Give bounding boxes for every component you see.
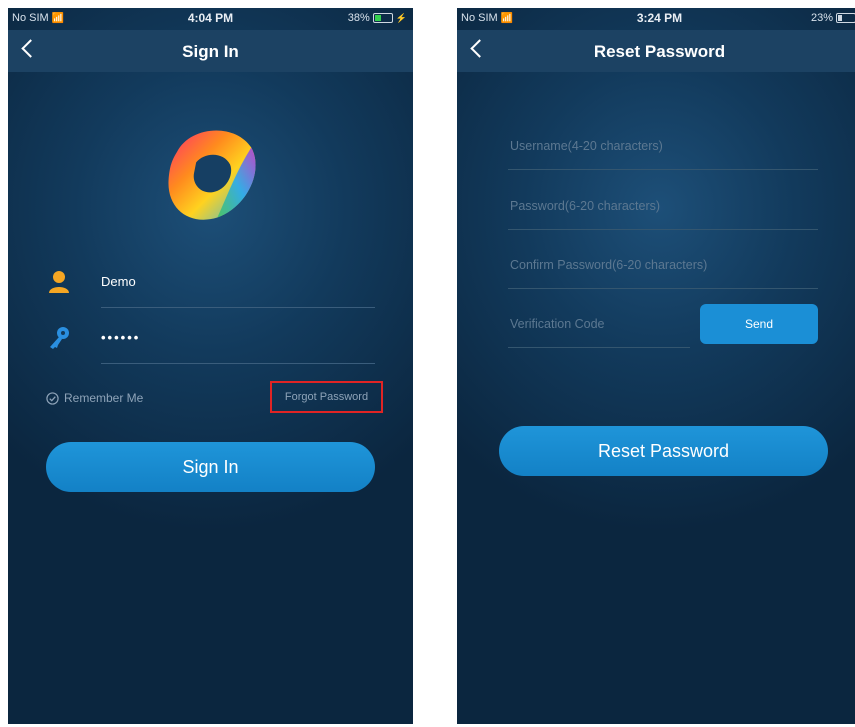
charging-bolt-icon: ⚡ (395, 12, 407, 23)
battery-percent: 38% (347, 12, 370, 24)
confirm-password-input[interactable]: Confirm Password(6-20 characters) (508, 255, 818, 289)
reset-password-label: Reset Password (597, 440, 730, 461)
password-field[interactable]: •••••• (48, 314, 375, 364)
verification-code-underline (508, 347, 690, 348)
verification-code-placeholder: Verification Code (510, 317, 605, 331)
password-underline (508, 229, 818, 230)
page-title: Reset Password (593, 42, 726, 61)
nav-bar: Reset Password (457, 30, 855, 72)
battery-status: 23% (811, 12, 855, 24)
battery-icon (836, 13, 855, 23)
check-icon (46, 391, 59, 405)
reset-password-screen: No SIM 📶 3:24 PM 23% Reset Password Usern… (457, 8, 855, 724)
username-underline (101, 307, 375, 308)
logo-icon (168, 130, 256, 220)
battery-status: 38% ⚡ (348, 12, 407, 24)
signin-screen: No SIM 📶 4:04 PM 38% ⚡ Sign In Demo ••••… (8, 8, 413, 724)
username-underline (508, 169, 818, 170)
verification-code-input[interactable]: Verification Code (508, 314, 690, 348)
forgot-password-label: Forgot Password (284, 391, 369, 403)
page-title: Sign In (182, 42, 239, 61)
sign-in-button[interactable]: Sign In (46, 442, 375, 492)
key-icon (50, 327, 69, 349)
remember-me-checkbox[interactable]: Remember Me (46, 391, 143, 405)
send-code-button[interactable]: Send (700, 304, 818, 344)
status-bar: No SIM 📶 3:24 PM 23% (457, 8, 855, 30)
confirm-password-placeholder: Confirm Password(6-20 characters) (510, 258, 708, 272)
password-underline (101, 363, 375, 364)
status-bar: No SIM 📶 4:04 PM 38% ⚡ (8, 8, 413, 30)
password-input[interactable]: Password(6-20 characters) (508, 196, 818, 230)
battery-icon (372, 13, 393, 23)
status-time: 3:24 PM (636, 11, 683, 25)
password-value[interactable]: •••••• (101, 330, 140, 345)
username-value[interactable]: Demo (101, 274, 136, 289)
confirm-password-underline (508, 288, 818, 289)
battery-percent: 23% (810, 12, 833, 24)
reset-password-button[interactable]: Reset Password (499, 426, 828, 476)
forgot-password-link[interactable]: Forgot Password (270, 381, 383, 413)
username-field[interactable]: Demo (48, 258, 375, 308)
send-label: Send (744, 317, 774, 331)
remember-me-label: Remember Me (64, 391, 144, 405)
sign-in-label: Sign In (182, 456, 239, 477)
password-placeholder: Password(6-20 characters) (510, 199, 661, 213)
username-input[interactable]: Username(4-20 characters) (508, 136, 818, 170)
nav-bar: Sign In (8, 30, 413, 72)
user-icon (49, 271, 69, 293)
username-placeholder: Username(4-20 characters) (510, 139, 663, 153)
